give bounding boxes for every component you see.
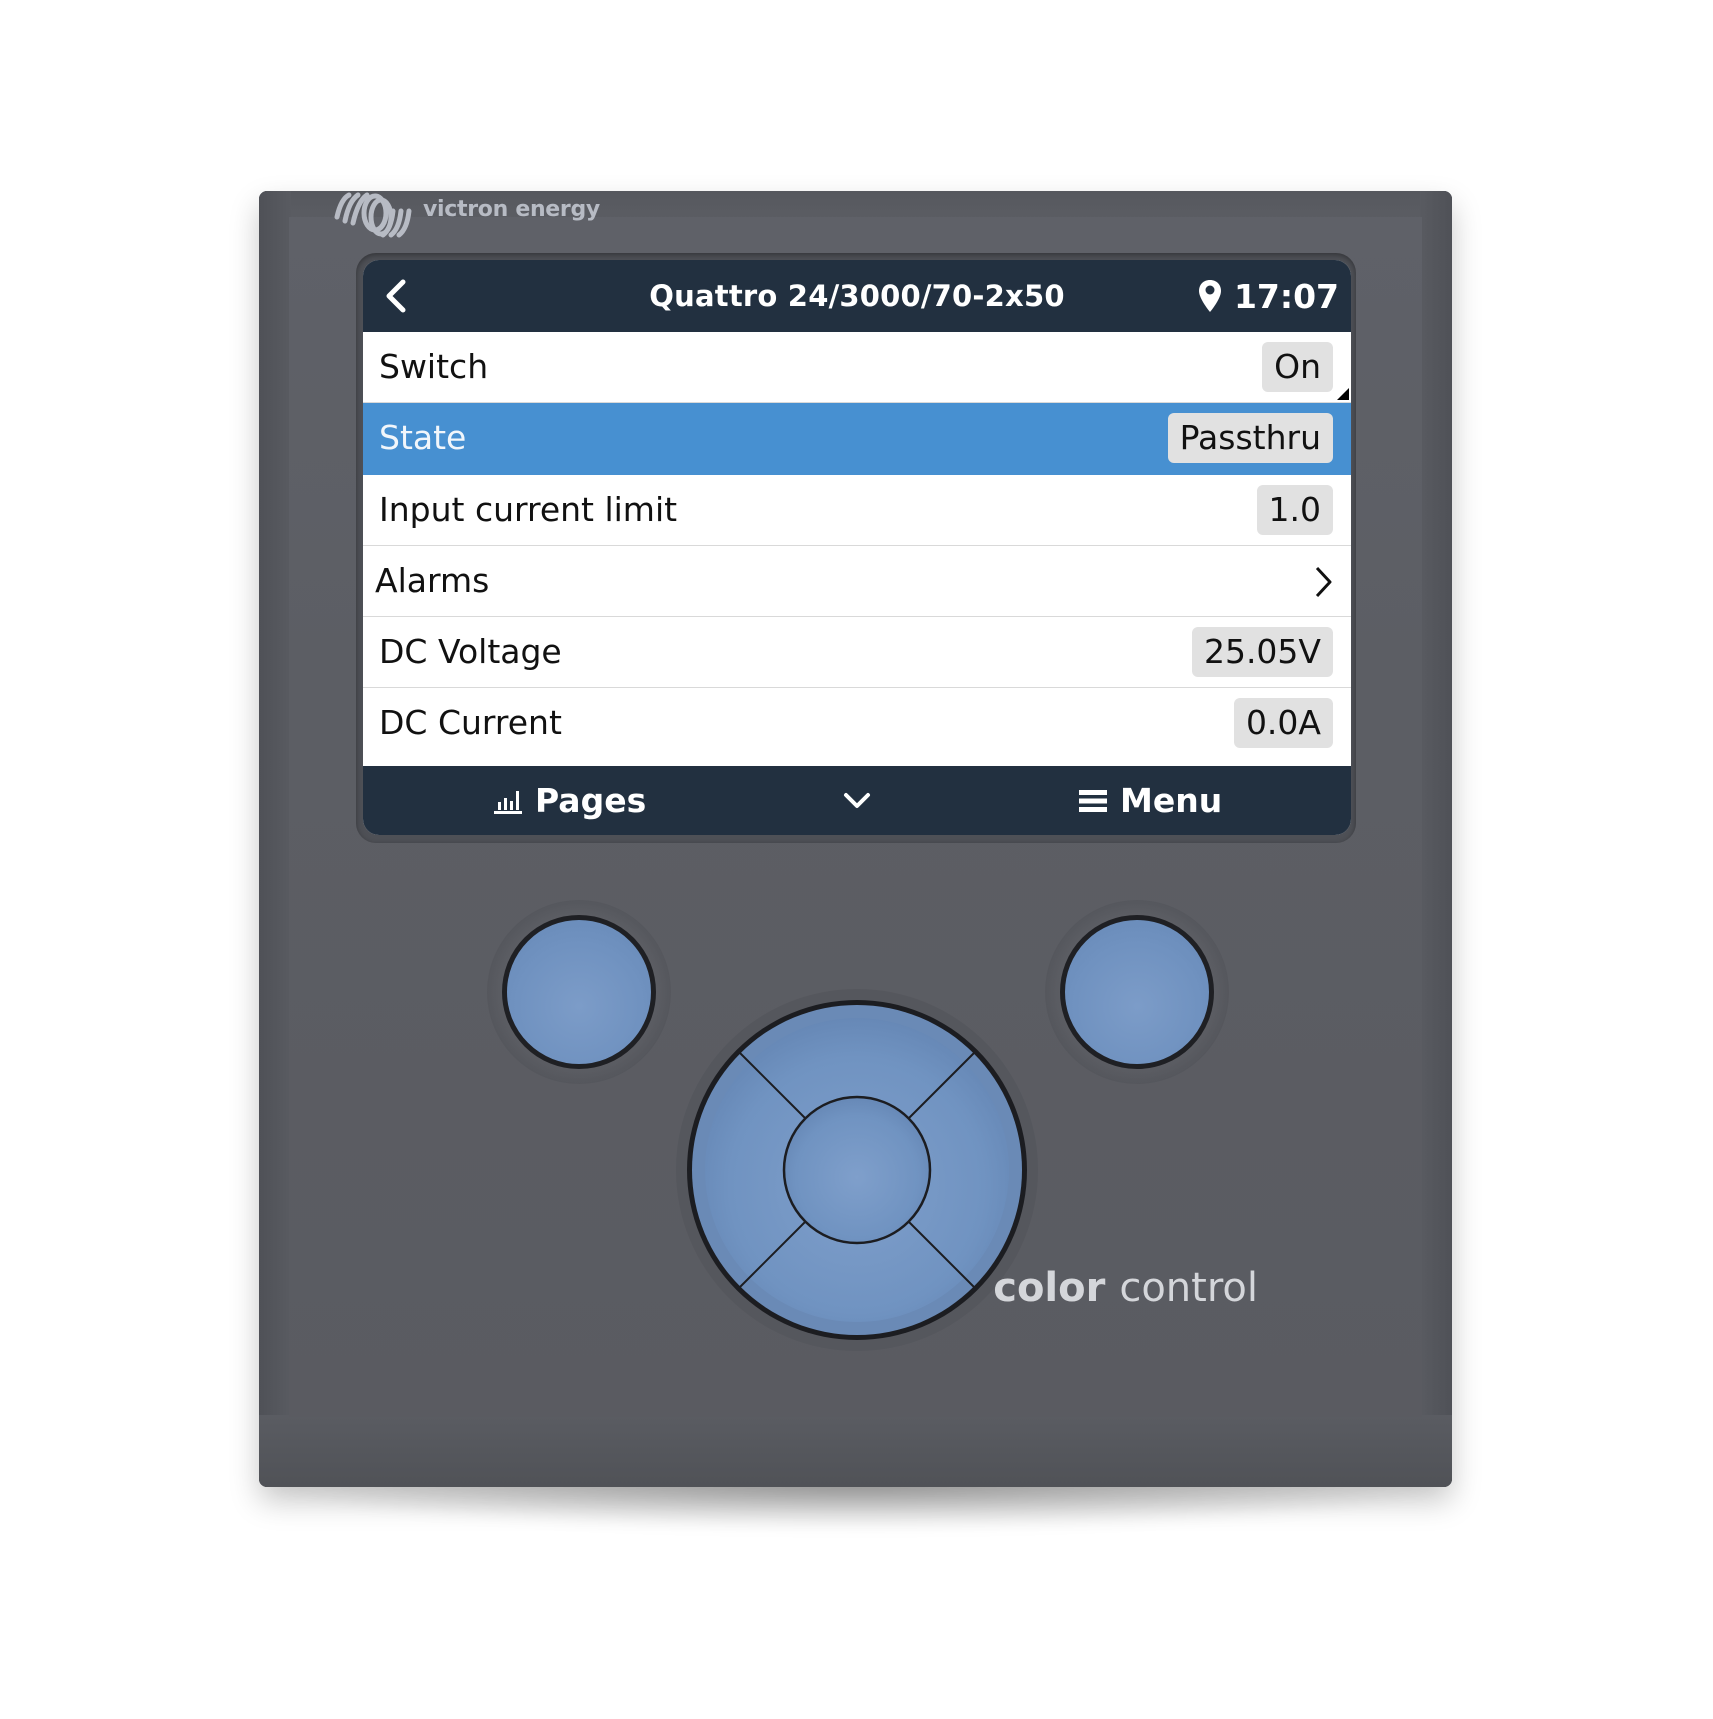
header-bar: Quattro 24/3000/70-2x50 17:07 [363,260,1351,332]
row-value: 1.0 [1256,484,1333,535]
product-name: color control [993,1265,1258,1311]
hamburger-menu-icon [1079,789,1107,812]
row-label: Alarms [375,560,490,600]
brand-name: victron energy [423,196,600,222]
victron-logo-icon [334,192,412,238]
dpad-center[interactable] [782,1095,932,1245]
footer-bar: Pages Menu [363,766,1351,835]
list-item-input-current-limit[interactable]: Input current limit 1.0 [363,474,1351,546]
right-button[interactable] [1060,915,1214,1069]
list-item-dc-current[interactable]: DC Current 0.0A [363,688,1351,760]
row-label: State [379,418,467,458]
bar-chart-icon [494,790,522,814]
left-button[interactable] [502,915,656,1069]
menu-button[interactable]: Menu [1078,766,1222,835]
color-control-device: victron energy Quattro 24/3000/70-2x50 1… [259,191,1452,1487]
row-label: DC Voltage [379,632,562,672]
clock: 17:07 [1233,276,1339,316]
header-status: 17:07 [1198,260,1339,332]
row-value: On [1262,342,1333,392]
display-screen: Quattro 24/3000/70-2x50 17:07 Switch On … [363,260,1351,835]
row-label: Input current limit [379,489,678,529]
dpad [676,989,1038,1351]
product-name-bold: color [993,1265,1106,1311]
row-value: 0.0A [1233,698,1333,749]
pages-button[interactable]: Pages [493,766,646,835]
scroll-down-button[interactable] [837,766,877,835]
list-item-alarms[interactable]: Alarms [363,545,1351,618]
bevel-right [1420,191,1452,1487]
pages-label: Pages [535,781,647,820]
product-name-light: control [1119,1265,1258,1311]
row-value: 25.05V [1191,627,1333,678]
list-item-switch[interactable]: Switch On [363,332,1351,404]
row-label: DC Current [379,703,562,743]
chevron-down-icon [844,792,870,808]
bevel-bottom [259,1415,1452,1487]
chevron-right-icon [1315,566,1332,597]
row-label: Switch [379,347,489,386]
map-pin-icon [1198,280,1221,312]
list-item-state[interactable]: State Passthru [363,403,1351,475]
bevel-left [259,191,291,1487]
scrollbar-indicator [1337,388,1349,401]
menu-label: Menu [1120,781,1223,820]
list-item-dc-voltage[interactable]: DC Voltage 25.05V [363,617,1351,689]
victron-logo: victron energy [331,191,600,241]
settings-list: Switch On State Passthru Input current l… [363,332,1351,760]
row-value: Passthru [1167,413,1333,464]
